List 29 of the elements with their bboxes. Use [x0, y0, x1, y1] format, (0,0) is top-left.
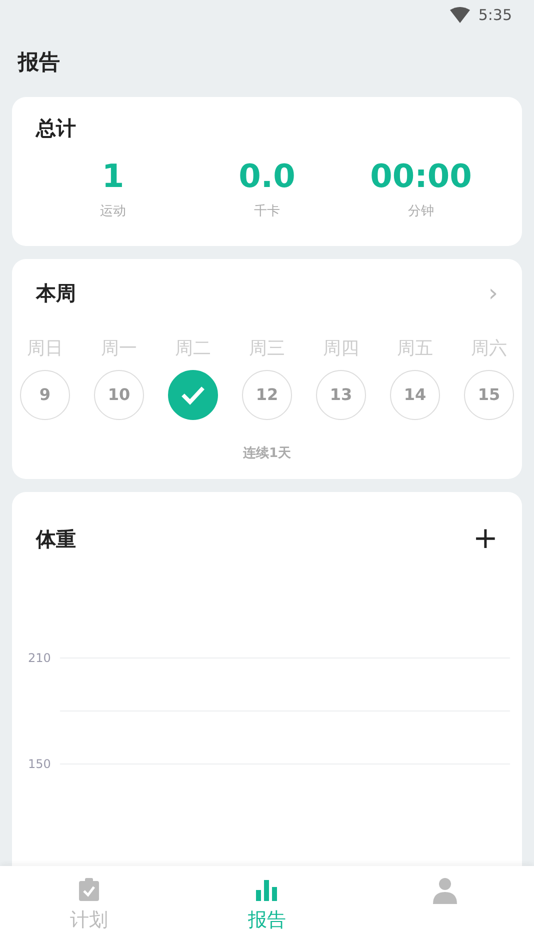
nav-tab[interactable]: 报告 — [178, 866, 356, 949]
add-button[interactable]: + — [472, 524, 498, 554]
clipboard-check-icon — [78, 878, 100, 902]
axis-label: 150 — [28, 757, 51, 772]
clock-time: 5:35 — [478, 4, 512, 26]
axis-label: 210 — [28, 651, 51, 666]
stat-label: 运动 — [100, 203, 126, 222]
chevron-icon[interactable]: › — [488, 274, 498, 311]
date-circle[interactable]: 14 — [390, 370, 440, 420]
page-title: 报告 — [16, 49, 61, 76]
check-icon[interactable] — [168, 370, 218, 420]
streak-text: 连续1天 — [242, 444, 292, 463]
date-circle[interactable]: 12 — [242, 370, 292, 420]
person-icon — [433, 878, 457, 904]
date-circle[interactable]: 9 — [20, 370, 70, 420]
stat-label: 千卡 — [254, 203, 280, 222]
stat-value: 1 — [102, 159, 124, 194]
date-circle[interactable]: 10 — [94, 370, 144, 420]
card-title: 体重 — [36, 526, 76, 554]
date-circle[interactable]: 15 — [464, 370, 514, 420]
stat-value: 0.0 — [238, 159, 296, 194]
date-circle[interactable]: 13 — [316, 370, 366, 420]
stat-value: 00:00 — [370, 159, 472, 194]
nav-tab[interactable]: 计划 — [0, 866, 178, 949]
card-title: 本周 — [36, 280, 76, 307]
wifi-icon — [450, 7, 470, 23]
stat-label: 分钟 — [408, 203, 434, 222]
card-title: 总计 — [36, 115, 77, 142]
bar-chart-icon — [255, 878, 279, 902]
